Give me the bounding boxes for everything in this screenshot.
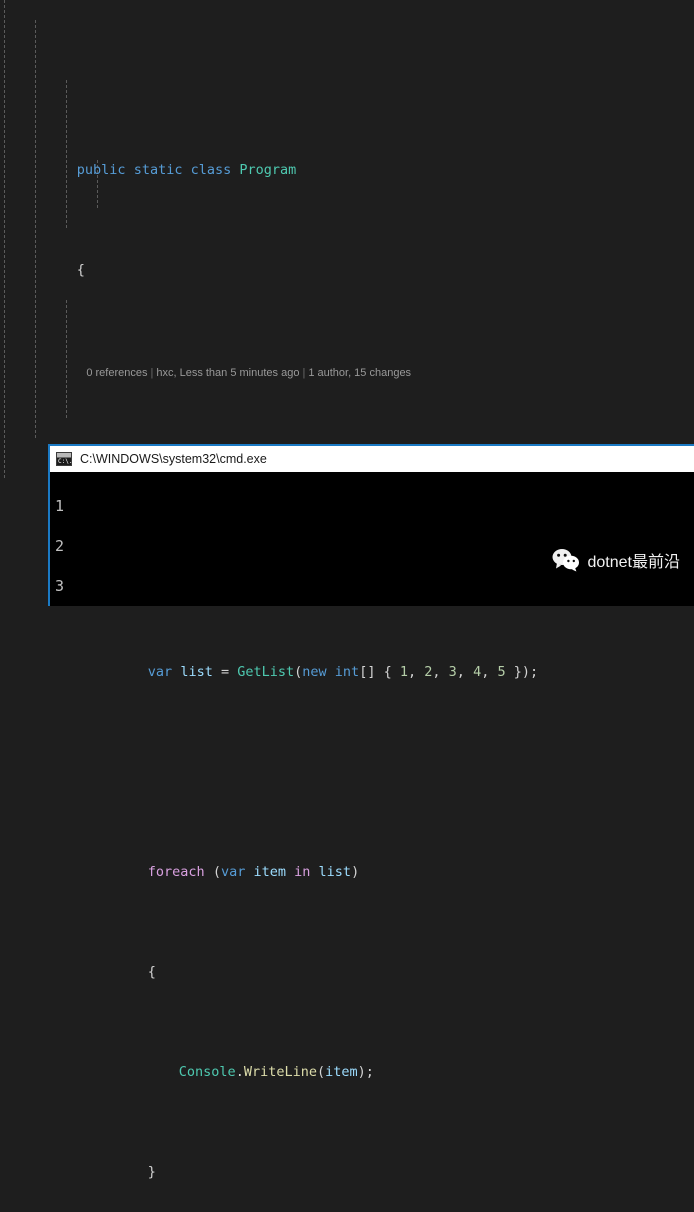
token-number-4: 4 (473, 664, 482, 680)
token-keyword-var: var (147, 664, 173, 680)
token-brace-close: } (147, 1164, 156, 1180)
screenshot-root: public static class Program { 0 referenc… (0, 0, 694, 1180)
token-variable-list: list (180, 664, 213, 680)
cmd-icon-screen: C:\. (57, 458, 73, 465)
codelens-main[interactable]: 0 references | hxc, Less than 5 minutes ag… (0, 340, 694, 379)
codelens-separator: | (302, 367, 306, 379)
token-variable-list: list (318, 864, 352, 880)
token-comma: , (432, 664, 449, 680)
token-keyword-int: int (334, 664, 360, 680)
console-output-area[interactable]: 1 2 3 4 5 Press any key to continue . . … (50, 472, 694, 606)
token-brackets: [] (359, 664, 376, 680)
code-line-foreach-open-brace[interactable]: { (0, 942, 694, 980)
token-number-1: 1 (399, 664, 408, 680)
console-output-line: 1 (55, 497, 65, 515)
console-output-line: 3 (55, 577, 65, 595)
code-line-class-open-brace[interactable]: { (0, 240, 694, 278)
token-keyword-var: var (220, 864, 246, 880)
token-paren-close: ) (351, 864, 360, 880)
token-brace-open: { (147, 964, 156, 980)
indent-guide-level-0 (4, 0, 5, 478)
token-assign: = (212, 664, 238, 680)
console-titlebar[interactable]: C:\. C:\WINDOWS\system32\cmd.exe (50, 446, 694, 472)
token-dot: . (235, 1064, 244, 1080)
token-paren-open: ( (316, 1064, 326, 1080)
token-comma: , (481, 664, 498, 680)
token-statement-end: ); (357, 1064, 374, 1080)
token-paren-open: ( (294, 664, 303, 680)
codelens-references[interactable]: 0 references (86, 367, 147, 379)
token-keyword-foreach: foreach (147, 864, 205, 880)
token-type-program: Program (239, 162, 297, 178)
indent-guide-level-1 (35, 20, 36, 438)
token-keyword-static: static (133, 162, 183, 178)
token-array-open: { (375, 664, 400, 680)
codelens-author-time[interactable]: hxc, Less than 5 minutes ago (156, 367, 299, 379)
console-title-text: C:\WINDOWS\system32\cmd.exe (80, 452, 267, 466)
token-variable-item: item (325, 1064, 358, 1080)
watermark-text: dotnet最前沿 (587, 554, 681, 571)
code-line-foreach-close-brace[interactable]: } (0, 1142, 694, 1180)
token-array-close: } (505, 664, 522, 680)
code-line-class-decl[interactable]: public static class Program (0, 140, 694, 178)
code-line-foreach[interactable]: foreach (var item in list) (0, 842, 694, 880)
codelens-changes[interactable]: 1 author, 15 changes (308, 367, 411, 379)
token-number-3: 3 (448, 664, 457, 680)
token-method-writeline: WriteLine (243, 1064, 317, 1080)
cmd-exe-icon: C:\. (56, 452, 72, 466)
token-type-console: Console (178, 1064, 236, 1080)
wechat-icon (552, 549, 579, 572)
token-comma: , (407, 664, 425, 680)
token-paren-open: ( (204, 864, 221, 880)
token-number-5: 5 (497, 664, 506, 680)
code-line-blank[interactable] (0, 742, 694, 762)
token-method-getlist: GetList (237, 664, 295, 680)
token-comma: , (456, 664, 474, 680)
token-keyword-new: new (302, 664, 327, 680)
token-keyword-in: in (294, 864, 311, 880)
token-keyword-public: public (76, 162, 126, 178)
token-keyword-class: class (190, 162, 232, 178)
indent-guides (0, 0, 694, 478)
token-variable-item: item (253, 864, 286, 880)
token-statement-end: ); (521, 664, 539, 680)
cmd-console-window[interactable]: C:\. C:\WINDOWS\system32\cmd.exe 1 2 3 4… (48, 444, 694, 606)
code-line-console-writeline[interactable]: Console.WriteLine(item); (0, 1042, 694, 1080)
token-number-2: 2 (424, 664, 433, 680)
token-brace-open: { (76, 262, 85, 278)
wechat-watermark: dotnet最前沿 (552, 548, 681, 572)
code-line-var-list[interactable]: var list = GetList(new int[] { 1, 2, 3, … (0, 642, 694, 680)
